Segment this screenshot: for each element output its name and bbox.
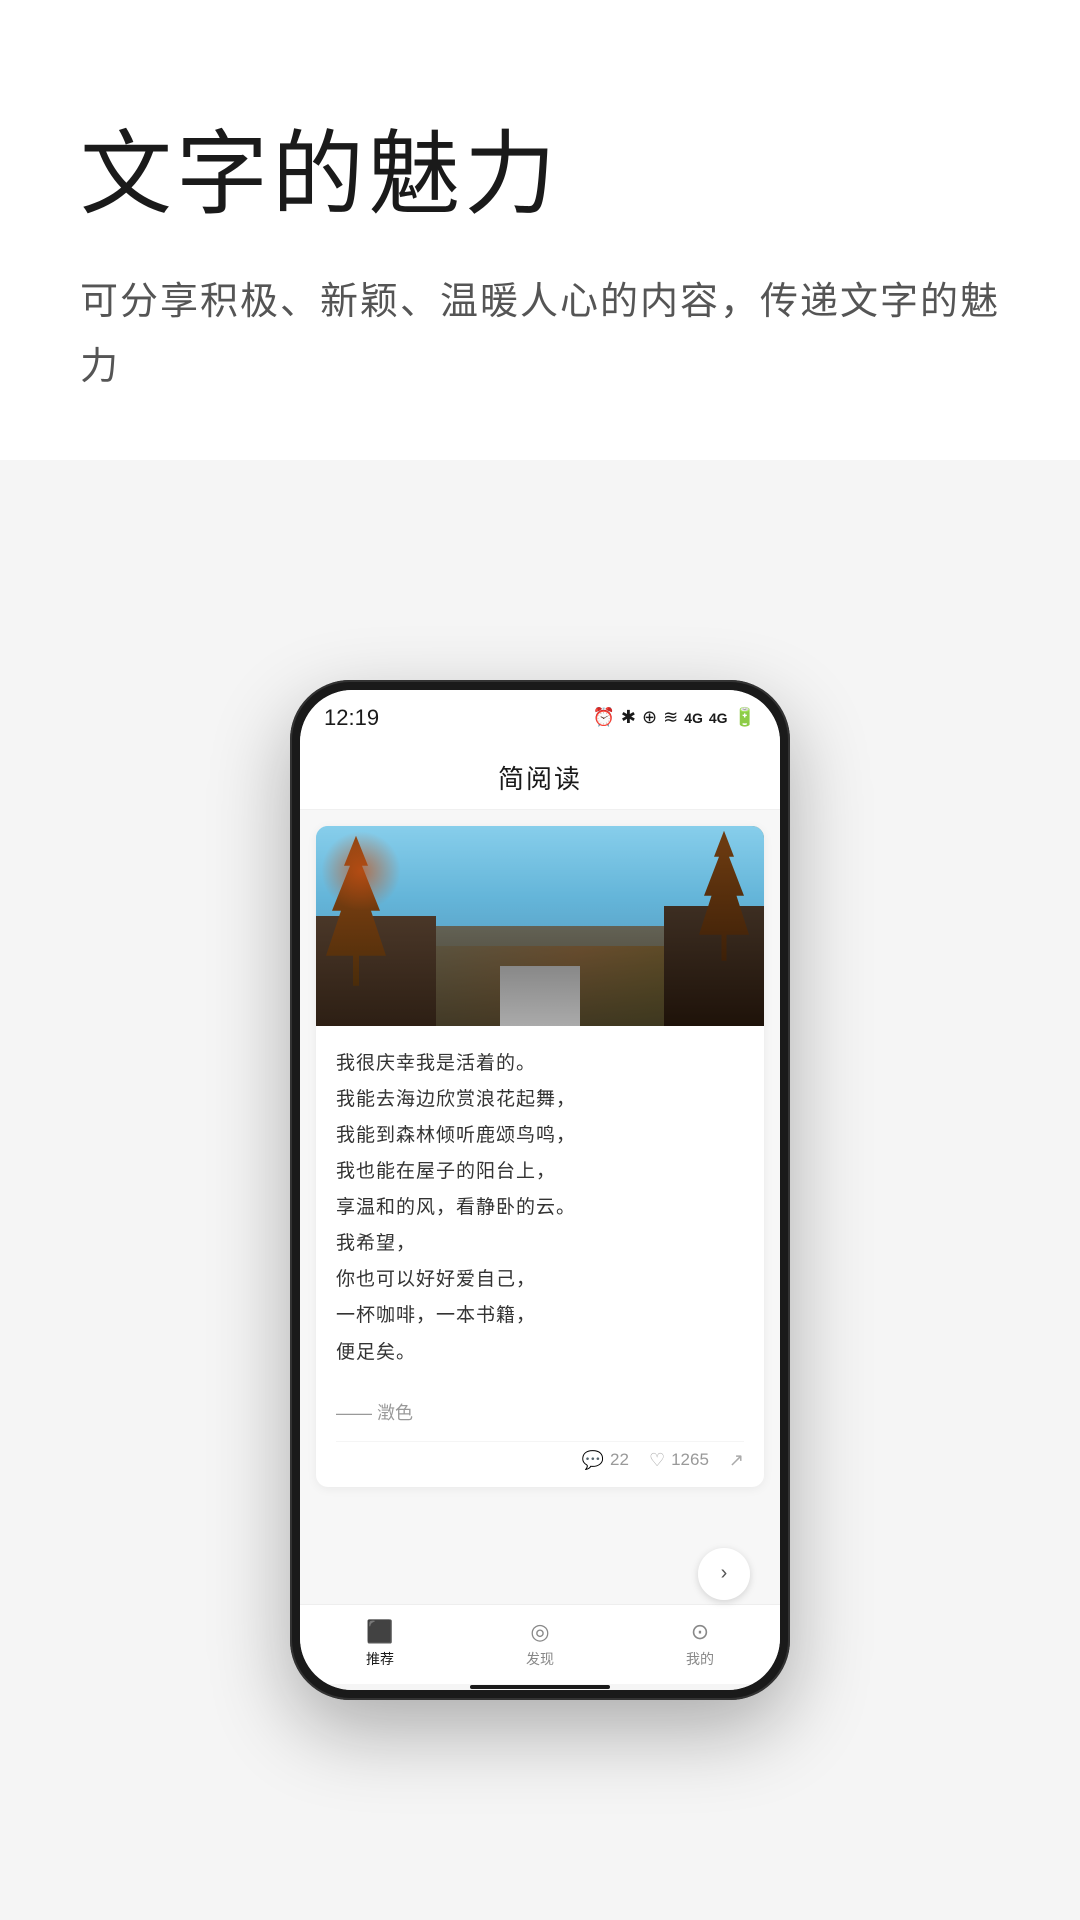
alarm-icon: ⏰ — [593, 707, 615, 728]
nav-item-recommend[interactable]: ⬛ 推荐 — [300, 1619, 460, 1669]
article-card[interactable]: 我很庆幸我是活着的。 我能去海边欣赏浪花起舞， 我能到森林倾听鹿颂鸟鸣， 我也能… — [316, 826, 764, 1487]
app-content[interactable]: 我很庆幸我是活着的。 我能去海边欣赏浪花起舞， 我能到森林倾听鹿颂鸟鸣， 我也能… — [300, 810, 780, 1604]
page-content: 文字的魅力 可分享积极、新颖、温暖人心的内容，传递文字的魅力 12:19 ⏰ ✱… — [0, 0, 1080, 1920]
text-line4: 我也能在屋子的阳台上， — [336, 1161, 556, 1182]
status-bar: 12:19 ⏰ ✱ ⊕ ≋ 4G 4G 🔋 — [300, 690, 780, 746]
text-line5: 享温和的风，看静卧的云。 — [336, 1197, 576, 1218]
nfc-icon: ⊕ — [642, 707, 657, 728]
text-line6: 我希望， — [336, 1233, 416, 1254]
article-footer: 💬 22 ♡ 1265 ↗ — [336, 1441, 744, 1471]
share-icon: ↗ — [729, 1450, 744, 1471]
comment-stat[interactable]: 💬 22 — [582, 1450, 629, 1471]
text-line2: 我能去海边欣赏浪花起舞， — [336, 1089, 576, 1110]
hero-title: 文字的魅力 — [80, 120, 1000, 230]
article-image — [316, 826, 764, 1026]
signal-4g-icon: 4G — [684, 710, 703, 726]
status-icons: ⏰ ✱ ⊕ ≋ 4G 4G 🔋 — [593, 707, 757, 728]
article-body: 我很庆幸我是活着的。 我能去海边欣赏浪花起舞， 我能到森林倾听鹿颂鸟鸣， 我也能… — [316, 1026, 764, 1487]
discover-label: 发现 — [526, 1649, 554, 1669]
app-header: 简阅读 — [300, 746, 780, 810]
heart-icon: ♡ — [649, 1450, 665, 1471]
chevron-right-icon: › — [721, 1562, 728, 1585]
comment-icon: 💬 — [582, 1450, 604, 1471]
profile-label: 我的 — [686, 1649, 714, 1669]
text-line7: 你也可以好好爱自己， — [336, 1269, 536, 1290]
like-count: 1265 — [671, 1450, 709, 1470]
recommend-icon: ⬛ — [366, 1619, 393, 1645]
discover-icon: ◎ — [530, 1619, 549, 1645]
nav-item-profile[interactable]: ⊙ 我的 — [620, 1619, 780, 1669]
bottom-indicator — [300, 1684, 780, 1690]
leaves-overlay — [321, 831, 401, 911]
recommend-label: 推荐 — [366, 1649, 394, 1669]
phone-screen: 12:19 ⏰ ✱ ⊕ ≋ 4G 4G 🔋 简阅读 — [300, 690, 780, 1690]
indicator-bar — [470, 1685, 610, 1689]
text-line1: 我很庆幸我是活着的。 — [336, 1053, 536, 1074]
road — [500, 966, 580, 1026]
hero-section: 文字的魅力 可分享积极、新颖、温暖人心的内容，传递文字的魅力 — [0, 0, 1080, 460]
bluetooth-icon: ✱ — [621, 707, 636, 728]
share-stat[interactable]: ↗ — [729, 1450, 744, 1471]
bottom-nav: ⬛ 推荐 ◎ 发现 ⊙ 我的 — [300, 1604, 780, 1684]
comment-count: 22 — [610, 1450, 629, 1470]
phone-mockup: 12:19 ⏰ ✱ ⊕ ≋ 4G 4G 🔋 简阅读 — [290, 680, 790, 1700]
app-title: 简阅读 — [498, 759, 582, 796]
article-author: —— 澂色 — [336, 1391, 744, 1425]
status-time: 12:19 — [324, 705, 379, 731]
hero-subtitle: 可分享积极、新颖、温暖人心的内容，传递文字的魅力 — [80, 270, 1000, 399]
text-line8: 一杯咖啡，一本书籍， — [336, 1305, 536, 1326]
next-button[interactable]: › — [698, 1548, 750, 1600]
phone-container: 12:19 ⏰ ✱ ⊕ ≋ 4G 4G 🔋 简阅读 — [0, 460, 1080, 1920]
wifi-icon: ≋ — [663, 707, 678, 728]
like-stat[interactable]: ♡ 1265 — [649, 1450, 709, 1471]
text-line9: 便足矣。 — [336, 1342, 416, 1363]
text-line3: 我能到森林倾听鹿颂鸟鸣， — [336, 1125, 576, 1146]
article-text: 我很庆幸我是活着的。 我能去海边欣赏浪花起舞， 我能到森林倾听鹿颂鸟鸣， 我也能… — [336, 1046, 744, 1371]
nav-item-discover[interactable]: ◎ 发现 — [460, 1619, 620, 1669]
profile-icon: ⊙ — [691, 1619, 709, 1645]
battery-icon: 🔋 — [734, 707, 756, 728]
signal-4g2-icon: 4G — [709, 710, 728, 726]
